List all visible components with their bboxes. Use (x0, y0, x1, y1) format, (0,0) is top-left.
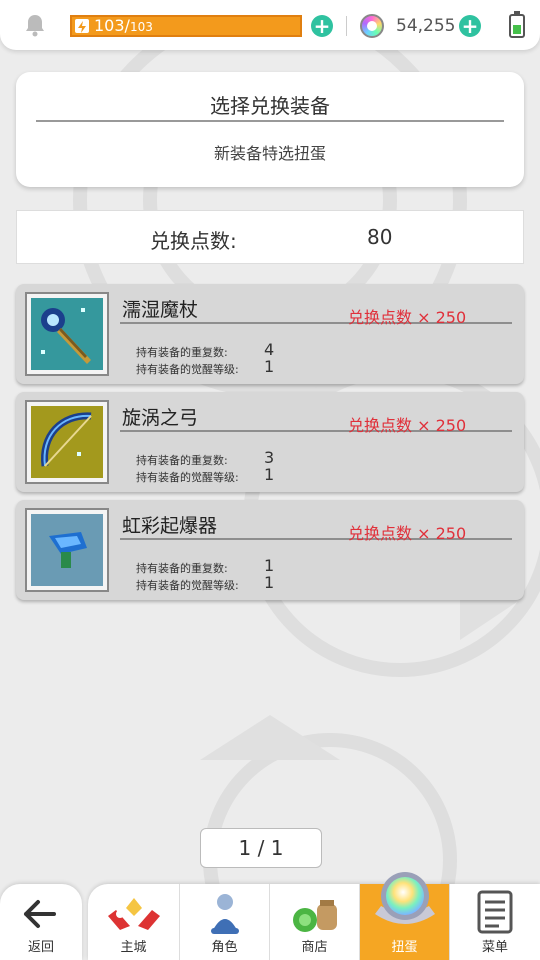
tab-character[interactable]: 角色 (180, 884, 270, 960)
rainbow-gem-icon (360, 14, 384, 38)
tab-gacha[interactable]: 扭蛋 (360, 872, 450, 960)
energy-bar: 103/103 (70, 15, 302, 37)
item-thumbnail (25, 292, 109, 376)
exchange-points-bar: 兑换点数: 80 (16, 210, 524, 264)
awaken-value: 1 (264, 465, 275, 484)
item-name: 濡湿魔杖 (122, 299, 199, 321)
detonator-icon (31, 514, 103, 586)
back-label: 返回 (27, 940, 54, 955)
gacha-egg-icon (374, 872, 435, 924)
bell-icon[interactable] (22, 12, 48, 38)
character-icon (210, 894, 239, 934)
awaken-value: 1 (264, 357, 275, 376)
item-name: 旋涡之弓 (122, 407, 199, 429)
tab-label: 扭蛋 (391, 940, 418, 955)
shop-icon (292, 900, 337, 932)
equipment-card[interactable]: 濡湿魔杖 兑换点数 × 250 持有装备的重复数: 4 持有装备的觉醒等级: 1 (16, 284, 524, 384)
page-title: 选择兑换装备 (210, 94, 330, 118)
duplicate-label: 持有装备的重复数: (136, 562, 228, 575)
add-energy-button[interactable]: + (311, 15, 333, 37)
bow-icon (31, 406, 103, 478)
item-cost: 兑换点数 × 250 (348, 308, 467, 327)
awaken-label: 持有装备的觉醒等级: (136, 471, 239, 484)
tab-label: 主城 (120, 940, 147, 955)
arrow-left-icon (22, 898, 58, 935)
status-bar: 103/103 + 54,255 + (0, 0, 540, 50)
item-thumbnail (25, 508, 109, 592)
battery-icon (509, 11, 525, 38)
gem-count: 54,255 (396, 16, 456, 36)
tab-label: 角色 (211, 940, 238, 955)
equipment-card[interactable]: 旋涡之弓 兑换点数 × 250 持有装备的重复数: 3 持有装备的觉醒等级: 1 (16, 392, 524, 492)
awaken-value: 1 (264, 573, 275, 592)
staff-icon (31, 298, 103, 370)
back-button[interactable]: 返回 (0, 884, 82, 960)
item-name: 虹彩起爆器 (122, 515, 218, 537)
item-thumbnail (25, 400, 109, 484)
tab-label: 商店 (301, 940, 328, 955)
city-icon (107, 898, 160, 930)
points-label: 兑换点数: (150, 229, 237, 253)
tab-label: 菜单 (481, 940, 508, 955)
duplicate-label: 持有装备的重复数: (136, 454, 228, 467)
menu-list-icon (477, 890, 513, 934)
energy-value: 103/103 (94, 16, 153, 35)
bottom-nav: 主城 角色 商店 扭蛋 菜单 (88, 872, 540, 960)
header-panel: 选择兑换装备 新装备特选扭蛋 (16, 72, 524, 187)
points-value: 80 (367, 225, 393, 249)
tab-main-city[interactable]: 主城 (88, 884, 180, 960)
equipment-card[interactable]: 虹彩起爆器 兑换点数 × 250 持有装备的重复数: 1 持有装备的觉醒等级: … (16, 500, 524, 600)
page-subtitle: 新装备特选扭蛋 (213, 144, 326, 163)
awaken-label: 持有装备的觉醒等级: (136, 363, 239, 376)
lightning-icon (75, 19, 89, 33)
divider (346, 16, 347, 36)
item-cost: 兑换点数 × 250 (348, 416, 467, 435)
item-cost: 兑换点数 × 250 (348, 524, 467, 543)
duplicate-label: 持有装备的重复数: (136, 346, 228, 359)
page-indicator: 1 / 1 (200, 828, 322, 868)
divider (36, 120, 504, 122)
tab-shop[interactable]: 商店 (270, 884, 360, 960)
tab-menu[interactable]: 菜单 (450, 884, 540, 960)
add-gems-button[interactable]: + (459, 15, 481, 37)
awaken-label: 持有装备的觉醒等级: (136, 579, 239, 592)
